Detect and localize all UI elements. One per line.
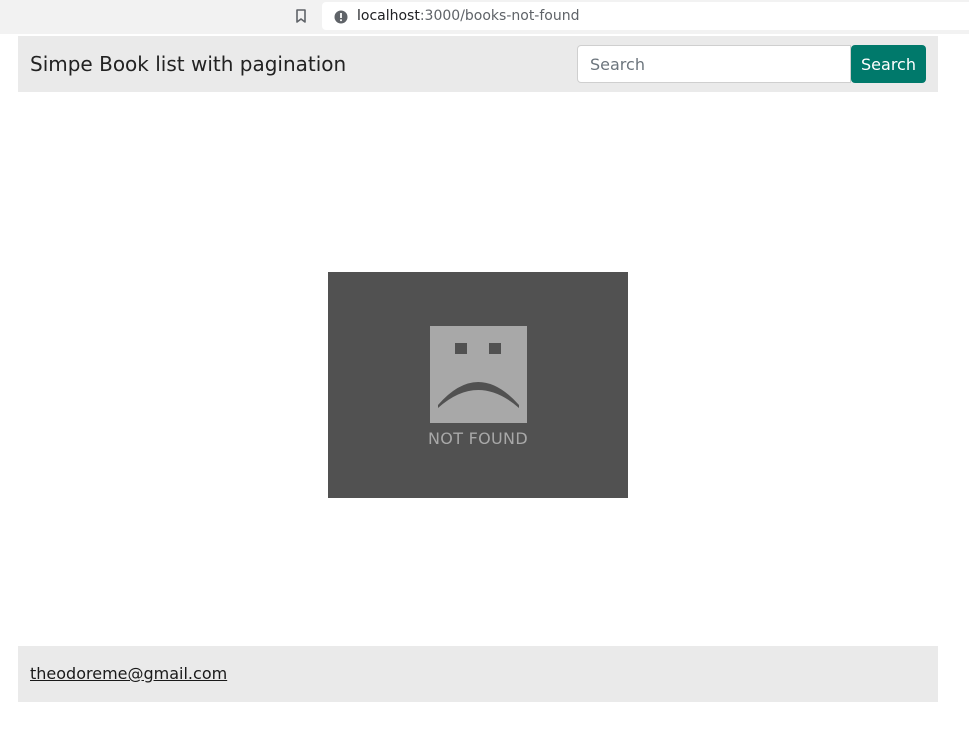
footer: theodoreme@gmail.com	[18, 646, 938, 702]
search-input[interactable]	[577, 45, 851, 83]
url-path: :3000/books-not-found	[419, 8, 580, 24]
navbar: Simpe Book list with pagination Search	[18, 36, 938, 92]
not-found-image: NOT FOUND	[328, 272, 628, 498]
footer-email-link[interactable]: theodoreme@gmail.com	[30, 664, 227, 684]
url-host: localhost	[357, 8, 420, 24]
brand-title[interactable]: Simpe Book list with pagination	[30, 52, 346, 76]
url-text: localhost:3000/books-not-found	[357, 7, 579, 25]
search-button[interactable]: Search	[851, 45, 926, 83]
browser-toolbar: localhost:3000/books-not-found	[0, 0, 969, 34]
bookmark-icon[interactable]	[293, 8, 309, 24]
sad-face-icon	[430, 326, 527, 423]
address-bar[interactable]: localhost:3000/books-not-found	[322, 2, 969, 30]
not-found-caption: NOT FOUND	[428, 429, 528, 448]
info-icon[interactable]	[334, 9, 348, 24]
